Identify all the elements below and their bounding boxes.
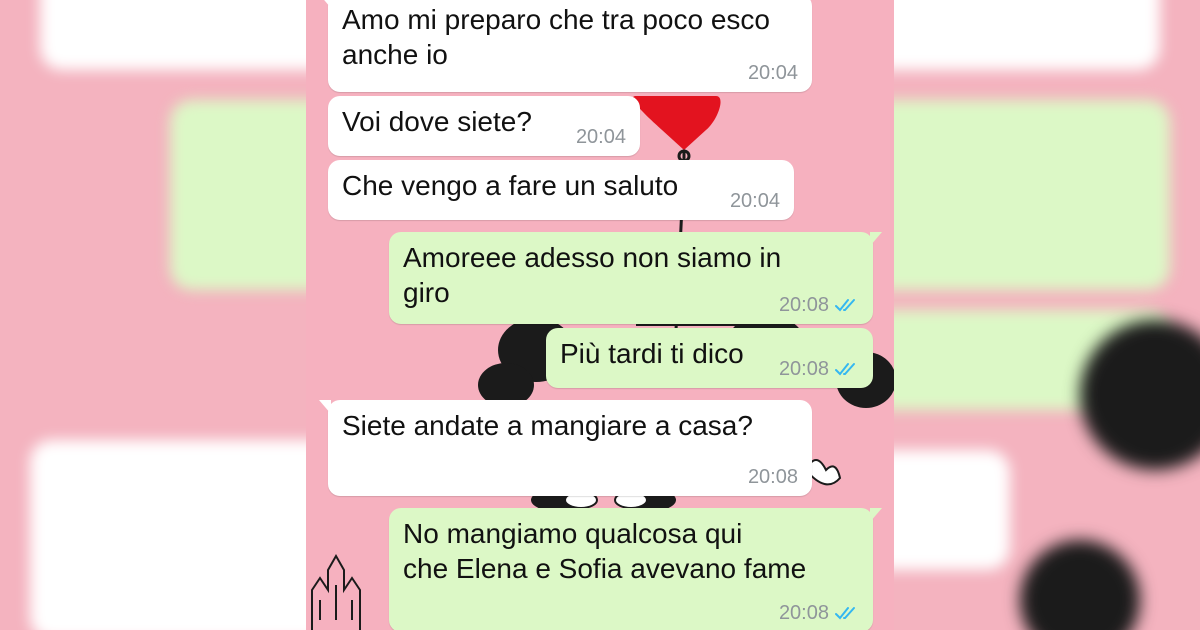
bubble-tail (870, 232, 882, 246)
double-check-icon (835, 363, 855, 376)
message-meta: 20:04 (576, 126, 626, 148)
incoming-message[interactable]: Che vengo a fare un saluto 20:04 (328, 160, 794, 220)
outgoing-message[interactable]: Amoreee adesso non siamo in giro 20:08 (389, 232, 882, 324)
message-text: Che vengo a fare un saluto (342, 170, 679, 201)
message-text: Amo mi preparo che tra poco esco anche i… (342, 4, 770, 70)
message-meta: 20:08 (779, 294, 859, 316)
backdrop-ear (1020, 540, 1140, 630)
bubble-tail (319, 400, 331, 414)
incoming-message[interactable]: Amo mi preparo che tra poco esco anche i… (319, 0, 812, 92)
outgoing-message[interactable]: No mangiamo qualcosa qui che Elena e Sof… (389, 508, 882, 630)
chat-screen[interactable]: Amo mi preparo che tra poco esco anche i… (306, 0, 894, 630)
message-meta: 20:04 (730, 190, 780, 212)
message-time: 20:08 (778, 602, 829, 624)
castle-icon (311, 553, 361, 630)
message-meta: 20:08 (779, 602, 859, 624)
message-text: Siete andate a mangiare a casa? (342, 410, 753, 441)
message-time: 20:04 (747, 62, 798, 84)
message-meta: 20:04 (748, 62, 798, 84)
message-time: 20:04 (575, 126, 626, 148)
double-check-icon (835, 299, 855, 312)
message-time: 20:04 (729, 190, 780, 212)
bubble-tail (319, 0, 331, 8)
message-time: 20:08 (747, 466, 798, 488)
double-check-icon (835, 607, 855, 620)
incoming-message[interactable]: Siete andate a mangiare a casa? 20:08 (319, 400, 812, 496)
bubble-tail (870, 508, 882, 522)
backdrop-bubble (30, 440, 350, 630)
message-meta: 20:08 (748, 466, 798, 488)
incoming-message[interactable]: Voi dove siete? 20:04 (328, 96, 640, 156)
message-time: 20:08 (778, 358, 829, 380)
message-text: No mangiamo qualcosa qui che Elena e Sof… (403, 518, 807, 584)
message-meta: 20:08 (779, 358, 859, 380)
message-time: 20:08 (778, 294, 829, 316)
outgoing-message[interactable]: Più tardi ti dico 20:08 (546, 328, 873, 388)
